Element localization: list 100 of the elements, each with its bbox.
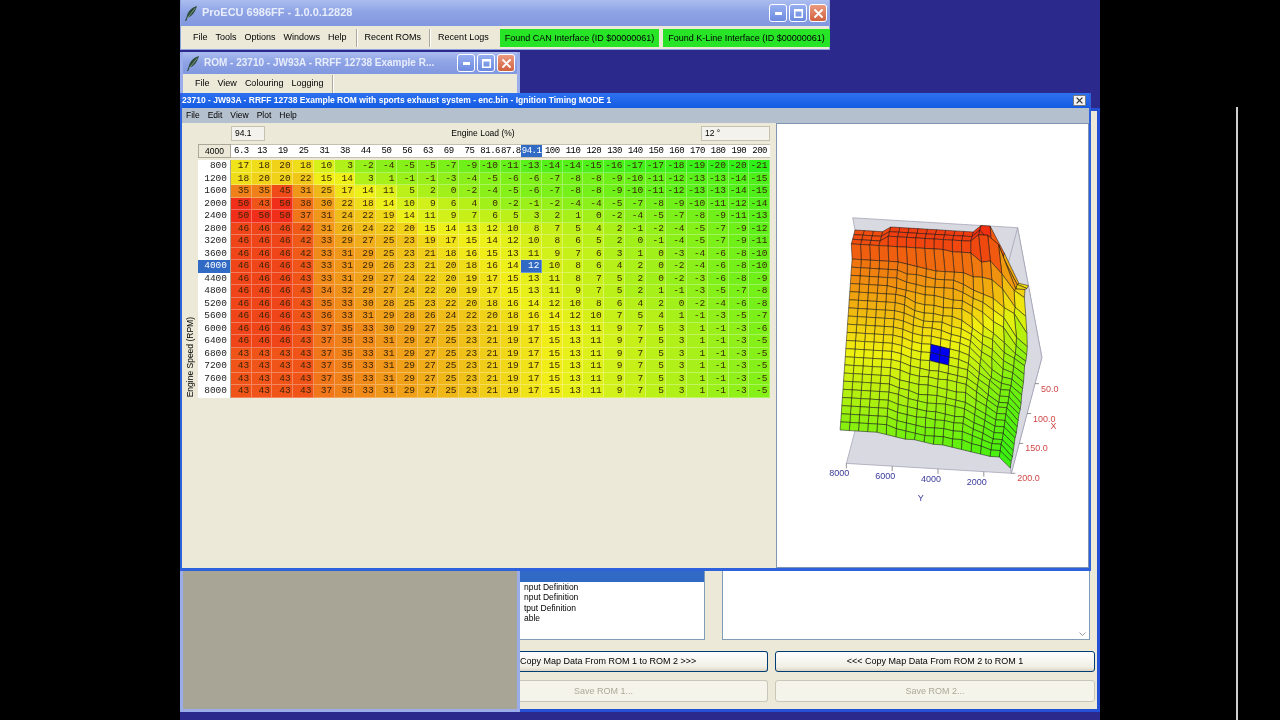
table-cell[interactable]: 3 bbox=[666, 335, 688, 348]
table-cell[interactable]: 31 bbox=[355, 310, 377, 323]
table-cell[interactable]: -15 bbox=[749, 185, 770, 198]
table-cell[interactable]: 31 bbox=[376, 360, 397, 373]
table-cell[interactable]: -14 bbox=[728, 185, 750, 198]
table-cell[interactable]: -7 bbox=[438, 160, 460, 173]
table-cell[interactable]: 46 bbox=[231, 310, 252, 323]
table-cell[interactable]: 7 bbox=[624, 335, 646, 348]
table-cell[interactable]: -4 bbox=[624, 210, 646, 223]
table-cell[interactable]: 43 bbox=[293, 310, 314, 323]
table-cell[interactable]: -17 bbox=[624, 160, 646, 173]
table-cell[interactable]: 8 bbox=[541, 235, 563, 248]
table-cell[interactable]: 18 bbox=[500, 310, 522, 323]
menu-item[interactable]: View bbox=[226, 108, 253, 123]
table-cell[interactable]: 5 bbox=[500, 210, 522, 223]
table-cell[interactable]: 26 bbox=[376, 260, 397, 273]
table-cell[interactable]: -9 bbox=[728, 235, 750, 248]
table-cell[interactable]: 11 bbox=[376, 185, 397, 198]
table-cell[interactable]: 21 bbox=[479, 335, 501, 348]
table-cell[interactable]: 25 bbox=[438, 360, 460, 373]
table-cell[interactable]: 46 bbox=[272, 285, 294, 298]
table-cell[interactable]: 43 bbox=[231, 385, 252, 398]
table-cell[interactable]: 42 bbox=[293, 235, 314, 248]
table-cell[interactable]: 27 bbox=[417, 335, 439, 348]
table-cell[interactable]: 7 bbox=[583, 285, 605, 298]
table-cell[interactable]: 29 bbox=[355, 285, 377, 298]
table-cell[interactable]: 10 bbox=[583, 310, 605, 323]
table-cell[interactable]: 21 bbox=[479, 360, 501, 373]
table-cell[interactable]: 15 bbox=[541, 335, 563, 348]
table-cell[interactable]: 17 bbox=[438, 235, 460, 248]
maximize-button[interactable] bbox=[477, 54, 495, 72]
list-item[interactable]: tput Definition bbox=[520, 602, 704, 613]
menu-item[interactable]: File bbox=[182, 108, 204, 123]
table-cell[interactable]: 33 bbox=[355, 360, 377, 373]
table-cell[interactable]: 46 bbox=[272, 335, 294, 348]
table-cell[interactable]: -7 bbox=[728, 285, 750, 298]
table-cell[interactable]: 5 bbox=[624, 310, 646, 323]
table-cell[interactable]: 29 bbox=[376, 310, 397, 323]
table-cell[interactable]: -1 bbox=[687, 310, 708, 323]
table-cell[interactable]: -11 bbox=[749, 235, 770, 248]
table-cell[interactable]: 5 bbox=[645, 335, 667, 348]
menu-item[interactable]: Colouring bbox=[240, 78, 288, 89]
table-cell[interactable]: 35 bbox=[251, 185, 273, 198]
table-cell[interactable]: 14 bbox=[500, 260, 522, 273]
table-cell[interactable]: 31 bbox=[293, 185, 314, 198]
table-cell[interactable]: -9 bbox=[604, 185, 625, 198]
table-cell[interactable]: -5 bbox=[687, 235, 708, 248]
table-cell[interactable]: 35 bbox=[334, 385, 356, 398]
table-cell[interactable]: 4 bbox=[604, 260, 625, 273]
table-cell[interactable]: 19 bbox=[500, 385, 522, 398]
table-cell[interactable]: 43 bbox=[272, 385, 294, 398]
table-cell[interactable]: 2 bbox=[541, 210, 563, 223]
table-cell[interactable]: -6 bbox=[521, 185, 542, 198]
table-cell[interactable]: -13 bbox=[707, 185, 729, 198]
table-cell[interactable]: -1 bbox=[707, 360, 729, 373]
table-cell[interactable]: 1 bbox=[645, 285, 667, 298]
table-cell[interactable]: 31 bbox=[334, 260, 356, 273]
table-cell[interactable]: 9 bbox=[438, 210, 460, 223]
table-cell[interactable]: 17 bbox=[521, 360, 542, 373]
table-cell[interactable]: 17 bbox=[231, 160, 252, 173]
table-cell[interactable]: -16 bbox=[604, 160, 625, 173]
table-cell[interactable]: 46 bbox=[272, 260, 294, 273]
table-cell[interactable]: -20 bbox=[728, 160, 750, 173]
table-cell[interactable]: 35 bbox=[231, 185, 252, 198]
table-cell[interactable]: 45 bbox=[272, 185, 294, 198]
table-cell[interactable]: 13 bbox=[562, 335, 584, 348]
table-cell[interactable]: 19 bbox=[459, 285, 480, 298]
table-cell[interactable]: 50 bbox=[272, 210, 294, 223]
table-cell[interactable]: 29 bbox=[396, 335, 418, 348]
table-cell[interactable]: -2 bbox=[355, 160, 377, 173]
table-cell[interactable]: -3 bbox=[728, 360, 750, 373]
table-cell[interactable]: 50 bbox=[231, 210, 252, 223]
table-cell[interactable]: -7 bbox=[666, 210, 688, 223]
table-cell[interactable]: -4 bbox=[479, 185, 501, 198]
table-cell[interactable]: 14 bbox=[479, 235, 501, 248]
table-cell[interactable]: 19 bbox=[500, 360, 522, 373]
table-cell[interactable]: -1 bbox=[707, 335, 729, 348]
table-cell[interactable]: 23 bbox=[459, 335, 480, 348]
table-cell[interactable]: 24 bbox=[438, 310, 460, 323]
table-cell[interactable]: -4 bbox=[666, 235, 688, 248]
table-cell[interactable]: 22 bbox=[355, 210, 377, 223]
table-cell[interactable]: -3 bbox=[728, 335, 750, 348]
table-cell[interactable]: -5 bbox=[728, 310, 750, 323]
copy-button[interactable]: Copy Map Data From ROM 1 to ROM 2 >>> bbox=[520, 651, 768, 672]
table-cell[interactable]: 29 bbox=[355, 260, 377, 273]
table-cell[interactable]: 22 bbox=[459, 310, 480, 323]
table-cell[interactable]: 15 bbox=[541, 385, 563, 398]
table-cell[interactable]: 43 bbox=[293, 385, 314, 398]
table-cell[interactable]: 2 bbox=[604, 235, 625, 248]
table-cell[interactable]: 0 bbox=[624, 235, 646, 248]
table-cell[interactable]: 3 bbox=[666, 360, 688, 373]
table-cell[interactable]: 9 bbox=[604, 385, 625, 398]
table-cell[interactable]: 23 bbox=[459, 385, 480, 398]
table-cell[interactable]: 18 bbox=[251, 160, 273, 173]
table-cell[interactable]: -13 bbox=[521, 160, 542, 173]
table-cell[interactable]: 23 bbox=[396, 235, 418, 248]
table-cell[interactable]: 1 bbox=[687, 360, 708, 373]
table-cell[interactable]: 37 bbox=[313, 335, 335, 348]
table-cell[interactable]: -14 bbox=[562, 160, 584, 173]
table-cell[interactable]: 3 bbox=[666, 385, 688, 398]
